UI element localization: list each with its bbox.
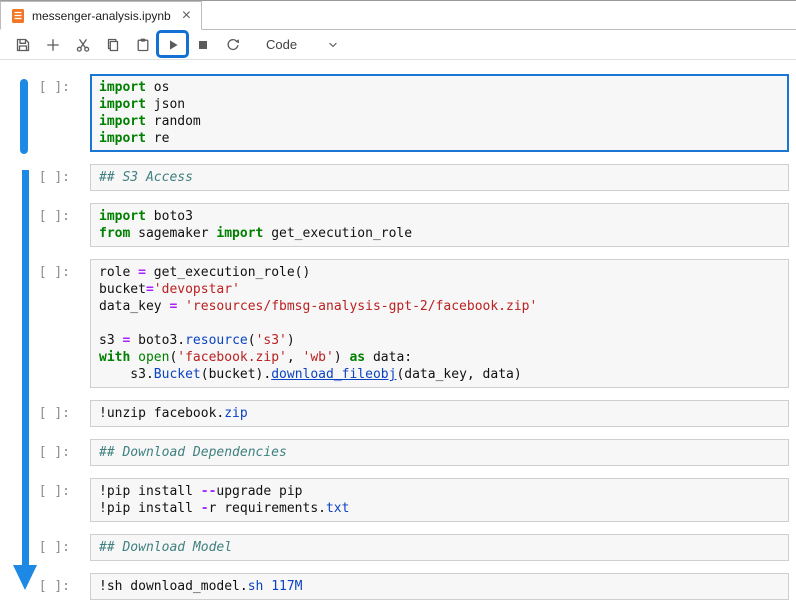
code-line: from sagemaker import get_execution_role <box>99 225 780 242</box>
save-icon <box>15 37 31 53</box>
code-line: ## S3 Access <box>99 169 780 186</box>
close-tab-icon[interactable]: × <box>182 8 191 24</box>
notebook-cell[interactable]: [ ]: ## S3 Access <box>0 164 789 191</box>
save-button[interactable] <box>9 32 37 58</box>
notebook-cell[interactable]: [ ]: ## Download Model <box>0 534 789 561</box>
tab-bar: messenger-analysis.ipynb × <box>0 1 796 30</box>
play-icon <box>165 37 181 53</box>
code-line: import random <box>99 113 780 130</box>
code-line: s3 = boto3.resource('s3') <box>99 332 780 349</box>
cell-editor[interactable]: import osimport jsonimport randomimport … <box>90 74 789 152</box>
cell-prompt: [ ]: <box>0 259 90 388</box>
cell-editor[interactable]: !unzip facebook.zip <box>90 400 789 427</box>
code-line: import os <box>99 79 780 96</box>
cells: [ ]:import osimport jsonimport randomimp… <box>0 74 796 600</box>
code-line: with open('facebook.zip', 'wb') as data: <box>99 349 780 366</box>
copy-cells-button[interactable] <box>99 32 127 58</box>
insert-cell-button[interactable] <box>39 32 67 58</box>
code-line: bucket='devopstar' <box>99 281 780 298</box>
copy-icon <box>105 37 121 53</box>
cell-editor[interactable]: !pip install --upgrade pip!pip install -… <box>90 478 789 522</box>
notebook-cell[interactable]: [ ]: !sh download_model.sh 117M <box>0 573 789 600</box>
cell-editor[interactable]: ## Download Model <box>90 534 789 561</box>
code-line: role = get_execution_role() <box>99 264 780 281</box>
cell-prompt: [ ]: <box>0 573 90 600</box>
restart-kernel-button[interactable] <box>219 32 247 58</box>
chevron-down-icon <box>326 38 340 52</box>
notebook-cell[interactable]: [ ]:!pip install --upgrade pip!pip insta… <box>0 478 789 522</box>
code-line: !unzip facebook.zip <box>99 405 780 422</box>
notebook-cell[interactable]: [ ]: !unzip facebook.zip <box>0 400 789 427</box>
cell-editor[interactable]: import boto3from sagemaker import get_ex… <box>90 203 789 247</box>
cell-editor[interactable]: ## Download Dependencies <box>90 439 789 466</box>
cut-cells-button[interactable] <box>69 32 97 58</box>
code-line: !sh download_model.sh 117M <box>99 578 780 595</box>
stop-icon <box>195 37 211 53</box>
code-line: s3.Bucket(bucket).download_fileobj(data_… <box>99 366 780 383</box>
cell-prompt: [ ]: <box>0 478 90 522</box>
code-line: !pip install -r requirements.txt <box>99 500 780 517</box>
cell-prompt: [ ]: <box>0 74 90 152</box>
cell-type-label: Code <box>266 37 297 52</box>
notebook-content: [ ]:import osimport jsonimport randomimp… <box>0 60 796 609</box>
notebook-icon <box>11 8 25 24</box>
paste-cells-button[interactable] <box>129 32 157 58</box>
notebook-toolbar: Code <box>0 30 796 60</box>
code-line: import json <box>99 96 780 113</box>
cell-editor[interactable]: role = get_execution_role()bucket='devop… <box>90 259 789 388</box>
notebook-cell[interactable]: [ ]:import boto3from sagemaker import ge… <box>0 203 789 247</box>
code-line: data_key = 'resources/fbmsg-analysis-gpt… <box>99 298 780 315</box>
tab-title: messenger-analysis.ipynb <box>32 9 171 23</box>
notebook-cell[interactable]: [ ]:import osimport jsonimport randomimp… <box>0 74 789 152</box>
cell-editor[interactable]: ## S3 Access <box>90 164 789 191</box>
cell-prompt: [ ]: <box>0 534 90 561</box>
interrupt-kernel-button[interactable] <box>189 32 217 58</box>
code-line <box>99 315 780 332</box>
notebook-tab[interactable]: messenger-analysis.ipynb × <box>0 1 202 30</box>
notebook-cell[interactable]: [ ]: ## Download Dependencies <box>0 439 789 466</box>
code-line: ## Download Model <box>99 539 780 556</box>
clipboard-icon <box>135 37 151 53</box>
jupyterlab-window: { "tab": { "title": "messenger-analysis.… <box>0 0 796 609</box>
cell-prompt: [ ]: <box>0 439 90 466</box>
plus-icon <box>45 37 61 53</box>
cell-type-dropdown[interactable]: Code <box>264 35 342 54</box>
cell-prompt: [ ]: <box>0 400 90 427</box>
code-line: import re <box>99 130 780 147</box>
scissors-icon <box>75 37 91 53</box>
refresh-icon <box>225 37 241 53</box>
code-line: import boto3 <box>99 208 780 225</box>
cell-prompt: [ ]: <box>0 203 90 247</box>
code-line: !pip install --upgrade pip <box>99 483 780 500</box>
cell-editor[interactable]: !sh download_model.sh 117M <box>90 573 789 600</box>
run-button[interactable] <box>159 32 187 58</box>
cell-prompt: [ ]: <box>0 164 90 191</box>
code-line: ## Download Dependencies <box>99 444 780 461</box>
notebook-cell[interactable]: [ ]:role = get_execution_role()bucket='d… <box>0 259 789 388</box>
